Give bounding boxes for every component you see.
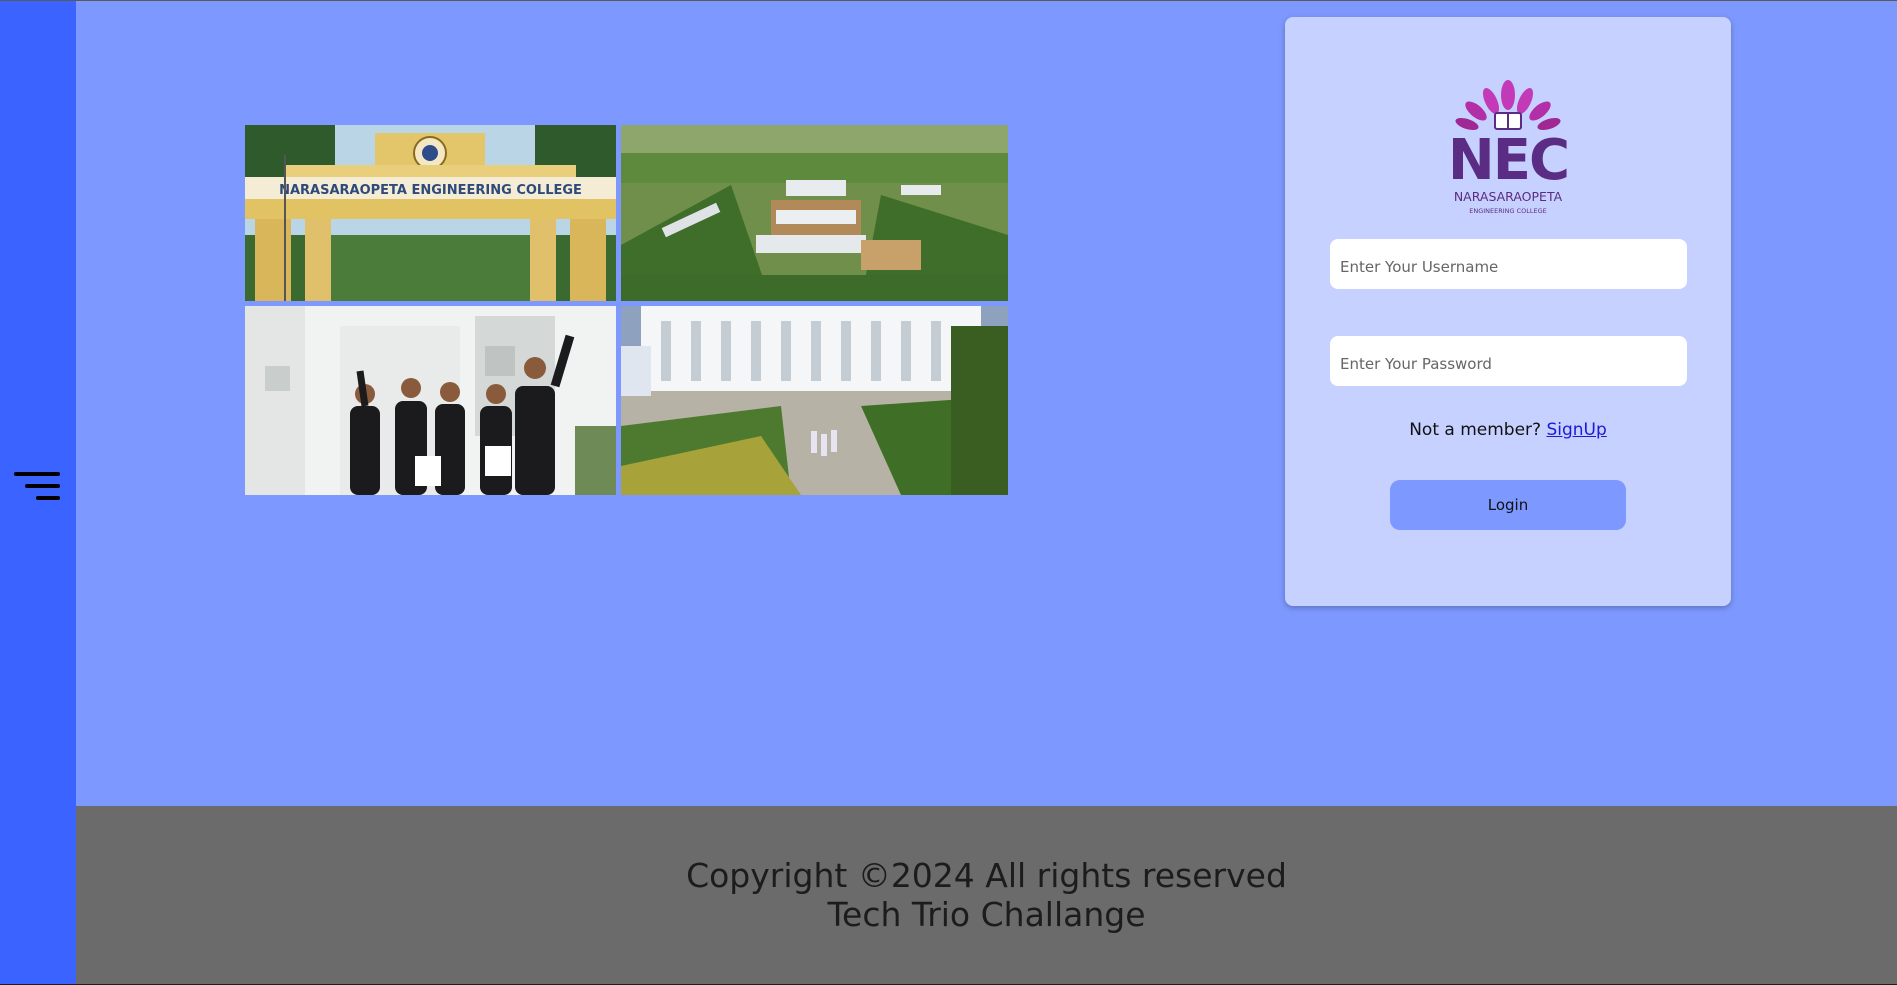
- footer: Copyright ©2024 All rights reserved Tech…: [76, 806, 1897, 984]
- signup-link[interactable]: SignUp: [1546, 420, 1606, 440]
- campus-aerial-photo: [621, 125, 1008, 301]
- username-input[interactable]: [1330, 239, 1687, 289]
- lotus-icon: [1455, 80, 1561, 131]
- login-card: NEC NARASARAOPETA ENGINEERING COLLEGE No…: [1285, 17, 1731, 606]
- graduates-celebrating-photo: [245, 306, 616, 495]
- logo-name: NARASARAOPETA: [1454, 189, 1563, 204]
- login-button[interactable]: Login: [1390, 480, 1626, 530]
- copyright-text: Copyright ©2024 All rights reserved: [686, 856, 1287, 895]
- campus-building-photo: [621, 306, 1008, 495]
- team-name-text: Tech Trio Challange: [827, 895, 1146, 934]
- college-gate-photo: NARASARAOPETA ENGINEERING COLLEGE: [245, 125, 616, 301]
- hamburger-menu-icon[interactable]: [14, 472, 60, 512]
- sidebar: [0, 1, 76, 984]
- logo-subtitle: ENGINEERING COLLEGE: [1469, 207, 1547, 215]
- signup-prompt: Not a member? SignUp: [1285, 420, 1731, 440]
- nec-logo: NEC NARASARAOPETA ENGINEERING COLLEGE: [1433, 77, 1583, 225]
- not-member-text: Not a member?: [1409, 420, 1542, 440]
- password-input[interactable]: [1330, 336, 1687, 386]
- gate-sign-text: NARASARAOPETA ENGINEERING COLLEGE: [279, 183, 582, 198]
- logo-acronym: NEC: [1448, 128, 1568, 193]
- page: NARASARAOPETA ENGINEERING COLLEGE NEC NA…: [0, 0, 1897, 985]
